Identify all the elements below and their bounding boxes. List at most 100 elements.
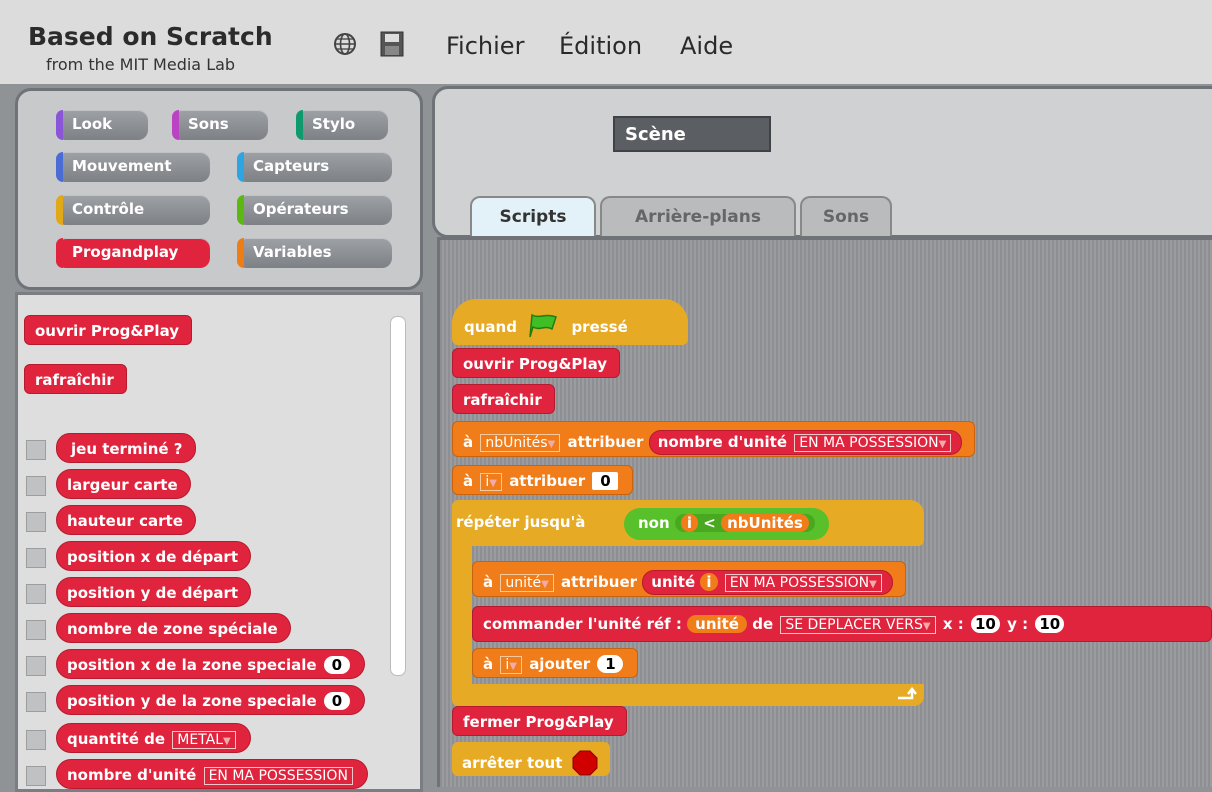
x-number-input[interactable]: 10 — [971, 615, 1000, 633]
category-sons[interactable]: Sons — [172, 110, 268, 140]
category-mouvement[interactable]: Mouvement — [56, 152, 210, 182]
operator-symbol: < — [703, 514, 716, 532]
dropdown-value: EN MA POSSESSION — [729, 575, 870, 591]
category-variables[interactable]: Variables — [237, 238, 392, 268]
category-label: Progandplay — [72, 243, 179, 261]
variable-dropdown[interactable]: unité▼ — [500, 574, 554, 592]
variable-dropdown[interactable]: i▼ — [480, 473, 502, 491]
possession-dropdown[interactable]: EN MA POSSESSION — [203, 767, 353, 785]
variable-i-reporter[interactable]: i — [700, 573, 718, 591]
category-progandplay[interactable]: Progandplay — [56, 238, 210, 268]
reporter-start-y[interactable]: position y de départ — [56, 577, 252, 607]
globe-icon[interactable] — [333, 32, 357, 56]
reporter-game-over[interactable]: jeu terminé ? — [56, 433, 196, 463]
category-label: Stylo — [312, 115, 356, 133]
category-stylo[interactable]: Stylo — [296, 110, 388, 140]
block-label: à — [463, 472, 474, 490]
variable-dropdown[interactable]: i▼ — [500, 656, 522, 674]
reporter-unit-count[interactable]: nombre d'unité EN MA POSSESSION — [56, 759, 368, 789]
sprite-name-field[interactable]: Scène — [613, 116, 771, 152]
reporter-checkbox[interactable] — [26, 766, 46, 786]
script-open-progandplay[interactable]: ouvrir Prog&Play — [452, 348, 621, 378]
possession-dropdown[interactable]: EN MA POSSESSION▼ — [794, 434, 952, 452]
script-close-progandplay[interactable]: fermer Prog&Play — [452, 706, 627, 736]
set-unit-block[interactable]: à unité▼ attribuer unité i EN MA POSSESS… — [472, 561, 906, 597]
category-look[interactable]: Look — [56, 110, 148, 140]
repeat-until-arm — [452, 546, 472, 686]
resource-dropdown[interactable]: METAL▼ — [172, 731, 236, 749]
reporter-resource-quantity[interactable]: quantité de METAL▼ — [56, 723, 251, 753]
reporter-checkbox[interactable] — [26, 476, 46, 496]
reporter-special-zone-count[interactable]: nombre de zone spéciale — [56, 613, 291, 643]
chevron-down-icon: ▼ — [869, 579, 877, 590]
category-capteurs[interactable]: Capteurs — [237, 152, 392, 182]
reporter-map-height[interactable]: hauteur carte — [56, 505, 196, 535]
category-operateurs[interactable]: Opérateurs — [237, 195, 392, 225]
chevron-down-icon: ▼ — [922, 621, 931, 632]
tab-scripts[interactable]: Scripts — [470, 196, 596, 236]
reporter-checkbox[interactable] — [26, 656, 46, 676]
block-label: commander l'unité réf : — [483, 615, 682, 633]
number-input[interactable]: 0 — [323, 692, 350, 710]
palette-block-refresh[interactable]: rafraîchir — [24, 364, 127, 394]
command-dropdown[interactable]: SE DEPLACER VERS▼ — [780, 616, 936, 634]
menu-fichier[interactable]: Fichier — [446, 32, 524, 60]
variable-nbunits-reporter[interactable]: nbUnités — [721, 514, 809, 532]
palette-block-open[interactable]: ouvrir Prog&Play — [24, 315, 193, 345]
reporter-special-zone-y[interactable]: position y de la zone speciale 0 — [56, 685, 365, 715]
when-flag-clicked-hat[interactable]: quand pressé — [452, 299, 688, 345]
app-subtitle: from the MIT Media Lab — [46, 55, 236, 74]
palette-scrollbar[interactable] — [390, 316, 406, 676]
category-label: Look — [72, 115, 113, 133]
hat-label: pressé — [571, 318, 628, 336]
block-label: attribuer — [509, 472, 586, 490]
save-icon[interactable] — [379, 30, 405, 58]
menu-aide[interactable]: Aide — [680, 32, 733, 60]
reporter-map-width[interactable]: largeur carte — [56, 469, 191, 499]
reporter-special-zone-x[interactable]: position x de la zone speciale 0 — [56, 649, 365, 679]
category-color-bar — [56, 110, 63, 140]
reporter-label: quantité de — [67, 730, 166, 748]
variable-unit-reporter[interactable]: unité — [687, 615, 747, 633]
variable-i-reporter[interactable]: i — [680, 514, 699, 532]
reporter-start-x[interactable]: position x de départ — [56, 541, 251, 571]
not-operator[interactable]: non i < nbUnités — [624, 508, 829, 540]
set-nbunits-block[interactable]: à nbUnités▼ attribuer nombre d'unité EN … — [452, 421, 976, 457]
set-i-block[interactable]: à i▼ attribuer 0 — [452, 465, 634, 495]
reporter-checkbox[interactable] — [26, 692, 46, 712]
possession-dropdown[interactable]: EN MA POSSESSION▼ — [724, 574, 882, 592]
reporter-checkbox[interactable] — [26, 512, 46, 532]
menu-edition[interactable]: Édition — [559, 32, 642, 60]
category-controle[interactable]: Contrôle — [56, 195, 210, 225]
reporter-checkbox[interactable] — [26, 584, 46, 604]
less-than-operator[interactable]: i < nbUnités — [674, 514, 815, 532]
variable-dropdown[interactable]: nbUnités▼ — [480, 434, 561, 452]
unit-count-reporter[interactable]: nombre d'unité EN MA POSSESSION▼ — [648, 430, 963, 455]
script-refresh[interactable]: rafraîchir — [452, 384, 555, 414]
tab-sounds[interactable]: Sons — [800, 196, 892, 236]
number-input[interactable]: 1 — [597, 655, 624, 673]
dropdown-value: METAL — [177, 732, 224, 748]
block-label: ajouter — [529, 655, 591, 673]
tab-backgrounds[interactable]: Arrière-plans — [600, 196, 796, 236]
number-input[interactable]: 0 — [592, 472, 619, 490]
block-label: à — [483, 573, 494, 591]
reporter-checkbox[interactable] — [26, 440, 46, 460]
unit-reporter[interactable]: unité i EN MA POSSESSION▼ — [642, 570, 893, 595]
number-input[interactable]: 0 — [323, 656, 350, 674]
loop-arrow-icon — [898, 686, 917, 700]
command-unit-block[interactable]: commander l'unité réf : unité de SE DEPL… — [472, 606, 1212, 642]
reporter-checkbox[interactable] — [26, 730, 46, 750]
stop-all-block[interactable]: arrêter tout — [452, 742, 610, 776]
reporter-label: nombre d'unité — [657, 433, 788, 451]
chevron-down-icon: ▼ — [938, 439, 947, 450]
dropdown-value: unité — [505, 575, 542, 591]
category-color-bar — [237, 238, 244, 268]
reporter-checkbox[interactable] — [26, 548, 46, 568]
change-i-block[interactable]: à i▼ ajouter 1 — [472, 648, 639, 678]
y-number-input[interactable]: 10 — [1035, 615, 1065, 633]
category-label: Variables — [253, 243, 332, 261]
category-color-bar — [56, 195, 63, 225]
reporter-checkbox[interactable] — [26, 620, 46, 640]
category-label: Sons — [188, 115, 229, 133]
